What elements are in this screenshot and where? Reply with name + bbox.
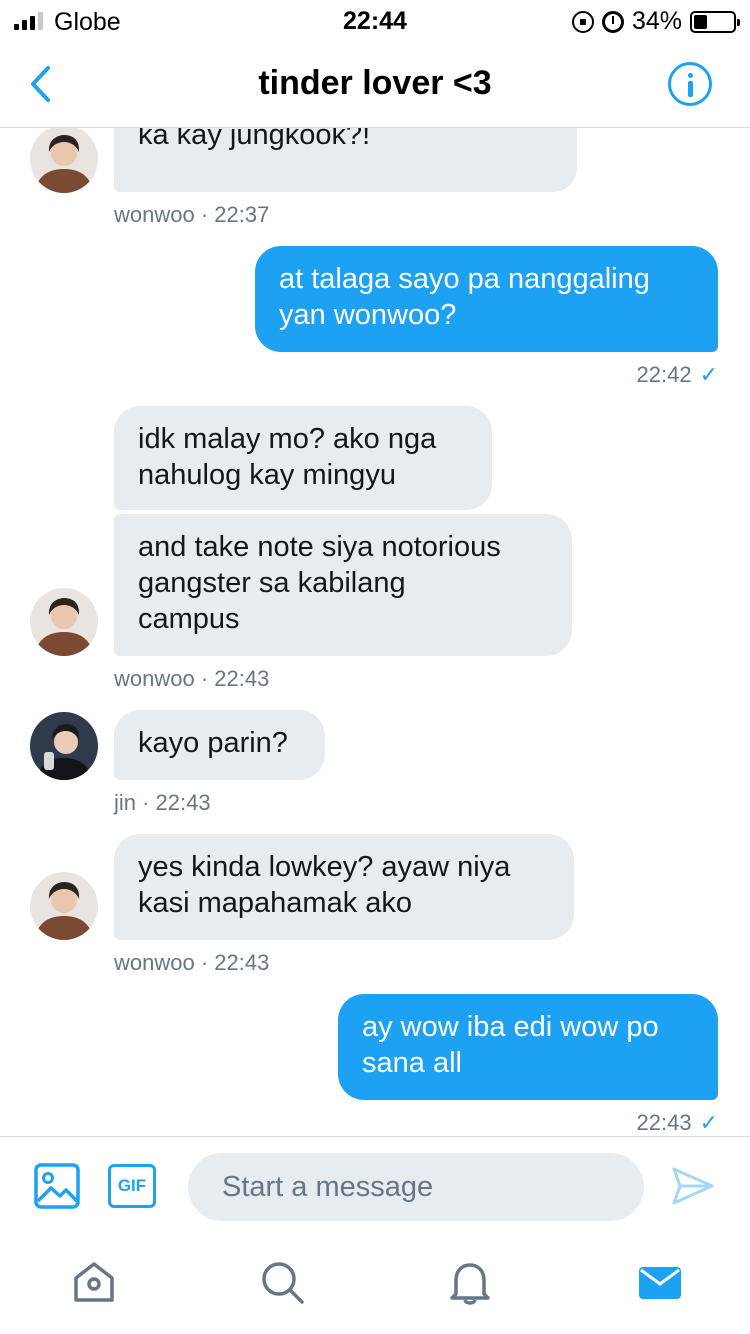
message-bubble[interactable]: at talaga sayo pa nanggaling yan wonwoo? <box>255 246 718 352</box>
message-meta: jin · 22:43 <box>114 790 211 815</box>
message-meta: wonwoo · 22:37 <box>114 202 270 227</box>
message-list[interactable]: wag mong sabihin natamaan ka kay jungkoo… <box>0 128 750 1136</box>
message-composer: GIF <box>0 1136 750 1234</box>
tab-search[interactable] <box>258 1258 306 1306</box>
status-right: 34% <box>571 7 740 36</box>
avatar-wonwoo[interactable] <box>30 588 98 656</box>
battery-percent: 34% <box>631 7 682 35</box>
image-icon <box>34 1163 80 1209</box>
avatar-wonwoo[interactable] <box>30 872 98 940</box>
message-time: 22:43 <box>636 1110 692 1135</box>
search-icon <box>262 1262 304 1304</box>
tab-notifications[interactable] <box>446 1258 494 1306</box>
gif-button[interactable]: GIF <box>108 1164 156 1208</box>
info-icon <box>688 73 693 78</box>
messages-icon <box>639 1267 681 1299</box>
bottom-tab-bar <box>0 1234 750 1334</box>
avatar-wonwoo[interactable] <box>30 128 98 193</box>
message-bubble[interactable]: wag mong sabihin natamaan ka kay jungkoo… <box>114 128 577 192</box>
rotation-lock-icon <box>571 10 594 33</box>
tab-home[interactable] <box>70 1258 118 1306</box>
battery-icon <box>690 10 740 33</box>
alarm-icon <box>601 10 624 33</box>
send-icon <box>672 1167 714 1205</box>
read-check-icon: ✓ <box>699 362 718 387</box>
status-bar: Globe 22:44 34% <box>0 0 750 42</box>
message-meta: wonwoo · 22:43 <box>114 666 270 691</box>
message-bubble[interactable]: idk malay mo? ako nga nahulog kay mingyu <box>114 406 492 510</box>
home-icon <box>74 1262 114 1302</box>
message-bubble[interactable]: ay wow iba edi wow po sana all <box>338 994 718 1100</box>
message-input[interactable] <box>188 1153 644 1221</box>
message-meta: wonwoo · 22:43 <box>114 950 270 975</box>
tab-messages[interactable] <box>636 1258 684 1306</box>
message-meta: 22:43 ✓ <box>637 1110 719 1136</box>
info-button[interactable] <box>668 62 712 106</box>
message-bubble[interactable]: yes kinda lowkey? ayaw niya kasi mapaham… <box>114 834 574 940</box>
avatar-jin[interactable] <box>30 712 98 780</box>
message-time: 22:42 <box>636 362 692 387</box>
notifications-icon <box>450 1263 490 1305</box>
send-button[interactable] <box>670 1163 716 1209</box>
message-meta: 22:42 ✓ <box>637 362 719 388</box>
read-check-icon: ✓ <box>699 1110 718 1135</box>
conversation-header: tinder lover <3 <box>0 42 750 128</box>
add-image-button[interactable] <box>34 1163 80 1209</box>
message-bubble[interactable]: and take note siya notorious gangster sa… <box>114 514 572 656</box>
conversation-title[interactable]: tinder lover <3 <box>0 64 750 103</box>
message-bubble[interactable]: kayo parin? <box>114 710 325 780</box>
